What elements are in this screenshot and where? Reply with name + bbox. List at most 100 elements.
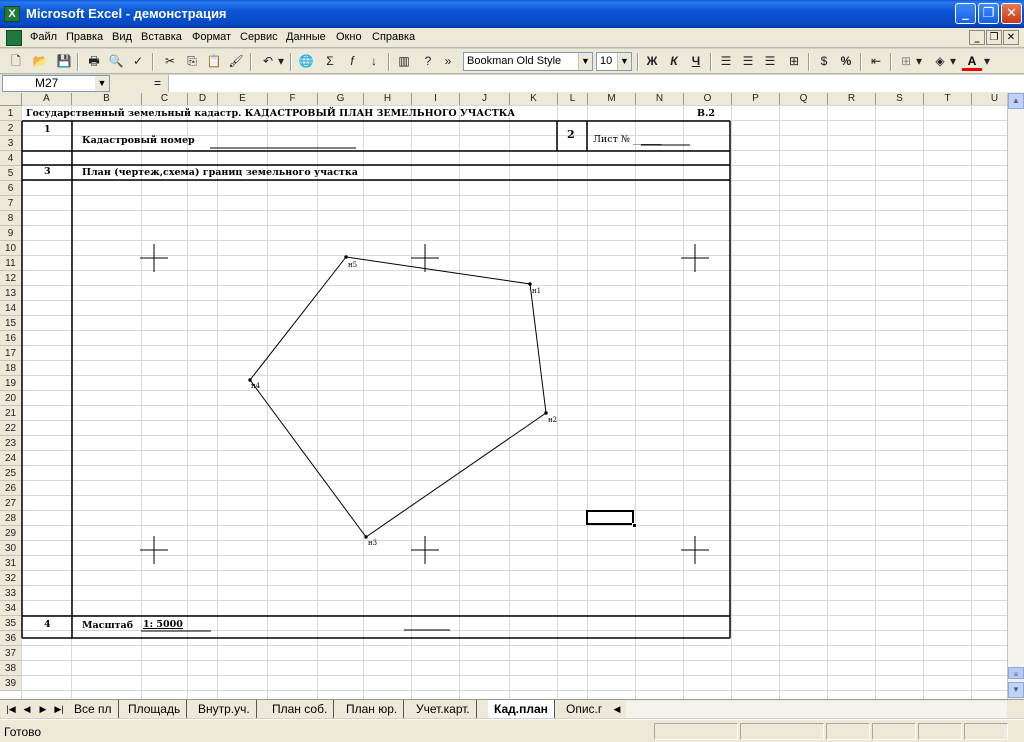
chart-wizard-icon[interactable]: ▥: [394, 52, 414, 71]
cell-grid: [21, 105, 1007, 699]
toolbar-separator: [637, 53, 639, 71]
active-cell[interactable]: [586, 510, 634, 525]
align-left-icon[interactable]: ☰: [716, 52, 736, 71]
scroll-thumb[interactable]: ≡: [1008, 667, 1024, 679]
menu-help[interactable]: Справка: [372, 31, 415, 43]
name-box[interactable]: M27 ▼: [2, 75, 110, 92]
prev-sheet-icon[interactable]: ◀: [20, 702, 34, 717]
undo-icon[interactable]: ↶: [258, 52, 278, 71]
status-panel: [826, 723, 870, 740]
chevron-down-icon[interactable]: ▼: [95, 76, 109, 91]
font-color-dropdown-icon[interactable]: ▾: [982, 52, 992, 71]
status-panel: [918, 723, 962, 740]
borders-dropdown-icon[interactable]: ▾: [914, 52, 924, 71]
save-icon[interactable]: 💾: [54, 52, 74, 71]
font-color-icon[interactable]: A: [962, 52, 982, 71]
copy-icon[interactable]: ⎘: [182, 52, 202, 71]
tab-description[interactable]: Опис.г: [560, 700, 608, 718]
tab-split-arrow-icon[interactable]: ◀: [610, 702, 624, 717]
align-center-icon[interactable]: ☰: [738, 52, 758, 71]
menu-view[interactable]: Вид: [112, 31, 132, 43]
paste-icon[interactable]: 📋: [204, 52, 224, 71]
italic-button[interactable]: К: [664, 52, 684, 71]
bold-button[interactable]: Ж: [642, 52, 662, 71]
next-sheet-icon[interactable]: ▶: [36, 702, 50, 717]
tab-all-plots[interactable]: Все пл: [68, 700, 119, 718]
point-label-n2: н2: [548, 416, 558, 424]
tab-owner-plan[interactable]: План соб.: [266, 700, 335, 718]
excel-icon[interactable]: X: [4, 6, 20, 22]
spelling-icon[interactable]: ✓: [128, 52, 148, 71]
point-label-n5: н5: [348, 261, 358, 269]
field-3-number: 3: [44, 166, 51, 177]
worksheet[interactable]: ABCDEFGHIJKLMNOPQRSTU 1 2 3 4 5 6 7 8 9 10 11 12 13 1…: [0, 93, 1024, 699]
menu-file[interactable]: Файл: [30, 31, 57, 43]
close-button[interactable]: ✕: [1001, 3, 1022, 24]
chevron-down-icon[interactable]: ▼: [578, 53, 592, 70]
menu-data[interactable]: Данные: [286, 31, 326, 43]
menu-bar: Файл Правка Вид Вставка Формат Сервис Да…: [0, 28, 1024, 48]
new-icon[interactable]: 🗋: [6, 52, 26, 71]
field-2-number: 2: [567, 128, 575, 141]
currency-icon[interactable]: $: [814, 52, 834, 71]
maximize-button[interactable]: ❐: [978, 3, 999, 24]
scroll-down-icon[interactable]: ▼: [1008, 682, 1024, 698]
align-right-icon[interactable]: ☰: [760, 52, 780, 71]
font-size-select[interactable]: 10 ▼: [596, 52, 632, 71]
menu-window[interactable]: Окно: [336, 31, 362, 43]
open-icon[interactable]: 📂: [30, 52, 50, 71]
tab-legal-plan[interactable]: План юр.: [340, 700, 405, 718]
form-code: В.2: [697, 108, 715, 119]
font-name-select[interactable]: Bookman Old Style ▼: [463, 52, 593, 71]
minimize-button[interactable]: _: [955, 3, 976, 24]
formula-equals: =: [154, 76, 162, 90]
scroll-up-icon[interactable]: ▲: [1008, 93, 1024, 109]
tab-area[interactable]: Площадь: [122, 700, 188, 718]
toolbar-separator: [250, 53, 252, 71]
chevron-down-icon[interactable]: ▼: [617, 53, 631, 70]
doc-minimize-button[interactable]: _: [969, 30, 985, 45]
fill-handle[interactable]: [632, 523, 637, 528]
first-sheet-icon[interactable]: |◀: [4, 702, 18, 717]
status-bar: Готово: [0, 719, 1024, 742]
last-sheet-icon[interactable]: ▶|: [52, 702, 66, 717]
tab-cadastral-plan[interactable]: Кад.план: [488, 700, 555, 718]
borders-icon[interactable]: ⊞: [896, 52, 916, 71]
horizontal-scrollbar[interactable]: [626, 701, 1007, 718]
sort-ascending-icon[interactable]: ↓: [364, 52, 384, 71]
menu-format[interactable]: Формат: [192, 31, 231, 43]
print-icon[interactable]: 🖶: [84, 52, 104, 71]
boundary-point: [544, 411, 548, 415]
field-4-label: Масштаб: [82, 620, 134, 631]
menu-edit[interactable]: Правка: [66, 31, 103, 43]
underline-button[interactable]: Ч: [686, 52, 706, 71]
fill-color-dropdown-icon[interactable]: ▾: [948, 52, 958, 71]
tab-inner-plots[interactable]: Внутр.уч.: [192, 700, 257, 718]
vertical-scrollbar[interactable]: ▲ ≡ ▼: [1007, 93, 1024, 699]
print-preview-icon[interactable]: 🔍: [106, 52, 126, 71]
menu-tools[interactable]: Сервис: [240, 31, 278, 43]
fill-color-icon[interactable]: ◈: [930, 52, 950, 71]
field-2-label: Лист № ______: [593, 134, 662, 145]
formula-input[interactable]: [168, 75, 1024, 92]
merge-center-icon[interactable]: ⊞: [784, 52, 804, 71]
percent-icon[interactable]: %: [836, 52, 856, 71]
doc-close-button[interactable]: ✕: [1003, 30, 1019, 45]
toolbar-separator: [808, 53, 810, 71]
workbook-icon[interactable]: [6, 30, 22, 46]
format-painter-icon[interactable]: 🖌: [226, 52, 246, 71]
tab-record-card[interactable]: Учет.карт.: [410, 700, 477, 718]
function-icon[interactable]: f: [342, 52, 362, 71]
menu-insert[interactable]: Вставка: [141, 31, 182, 43]
status-panel: [654, 723, 738, 740]
undo-dropdown-icon[interactable]: ▾: [276, 52, 286, 71]
help-icon[interactable]: ?: [418, 52, 438, 71]
decrease-indent-icon[interactable]: ⇤: [866, 52, 886, 71]
doc-restore-button[interactable]: ❐: [986, 30, 1002, 45]
cut-icon[interactable]: ✂: [160, 52, 180, 71]
toolbar-options-icon[interactable]: »: [442, 52, 454, 71]
boundary-point: [528, 282, 532, 286]
toolbar-separator: [710, 53, 712, 71]
autosum-icon[interactable]: Σ: [320, 52, 340, 71]
hyperlink-icon[interactable]: 🌐: [296, 52, 316, 71]
